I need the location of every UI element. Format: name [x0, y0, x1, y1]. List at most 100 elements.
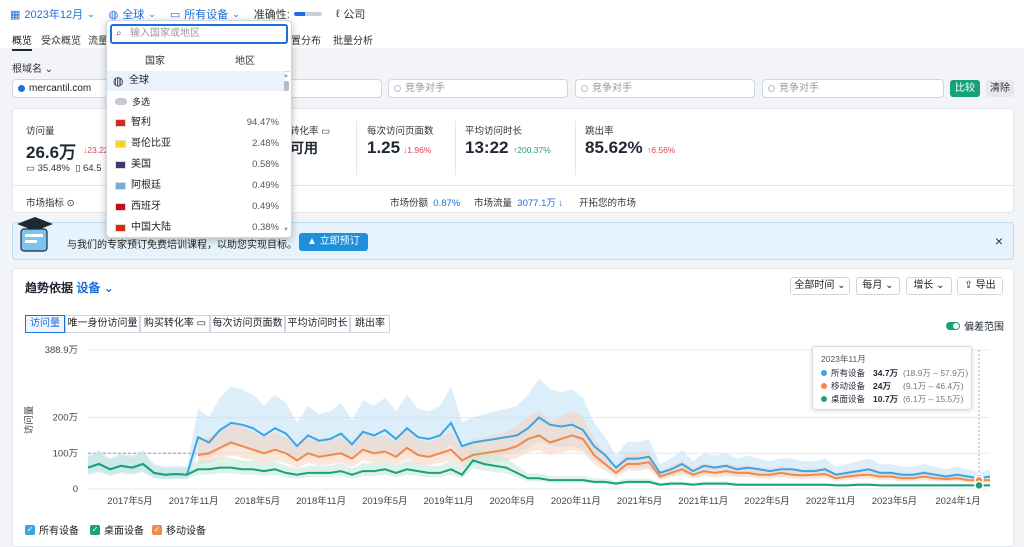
- x-tick-label: 2024年1月: [935, 495, 980, 507]
- competitor-input-1[interactable]: 竞争对手: [388, 79, 568, 98]
- multi-select-label: 多选: [132, 97, 151, 107]
- visits-value: 26.6万: [26, 143, 77, 162]
- legend-item[interactable]: ✓ 移动设备: [152, 522, 206, 537]
- country-share: 2.48%: [252, 138, 279, 149]
- country-option[interactable]: 美国 0.58%: [107, 155, 285, 175]
- export-button[interactable]: ⇪ 导出: [957, 277, 1003, 295]
- competitor-dot: [768, 85, 775, 92]
- tooltip-row: 桌面设备 10.7万 (6.1万 – 15.5万): [821, 393, 963, 405]
- checkbox: ✓: [90, 524, 100, 535]
- region-dropdown: ⌕ 输入国家或地区 国家 地区 ◍ 全球 多选 智利 94.47% 哥伦比亚 2.48…: [106, 20, 292, 238]
- expand-market-link[interactable]: 开拓您的市场: [579, 195, 636, 209]
- tab-region[interactable]: 地区: [200, 52, 290, 72]
- tab-distribution[interactable]: 置分布: [291, 32, 321, 47]
- competitor-input-2[interactable]: 竞争对手: [575, 79, 755, 98]
- segment-bounce-rate[interactable]: 跳出率: [350, 315, 390, 333]
- tooltip-series-name: 所有设备: [831, 368, 866, 378]
- tab-bulk-analysis[interactable]: 批量分析: [333, 32, 373, 47]
- deviation-toggle[interactable]: 偏差范围: [946, 318, 1004, 333]
- x-tick-label: 2021年11月: [678, 495, 728, 507]
- x-tick-label: 2023年5月: [872, 495, 917, 507]
- conversion-label: 转化率 ▭: [290, 126, 331, 137]
- close-icon[interactable]: ×: [995, 233, 1003, 249]
- search-icon: ⌕: [116, 28, 122, 39]
- clear-button[interactable]: 清除: [986, 80, 1014, 97]
- multi-select-toggle[interactable]: 多选: [107, 94, 285, 110]
- x-tick-label: 2021年5月: [617, 495, 662, 507]
- country-option[interactable]: 中国大陆 0.38%: [107, 218, 285, 238]
- tooltip-series-name: 桌面设备: [831, 394, 866, 404]
- pages-value: 1.25: [367, 138, 401, 157]
- tooltip-value: 34.7万: [873, 368, 899, 378]
- date-selector[interactable]: ▦ 2023年12月 ⌄: [10, 6, 95, 22]
- country-name: 美国: [131, 159, 151, 170]
- scroll-down-icon[interactable]: ▼: [283, 227, 289, 233]
- chevron-down-icon: ⌄: [44, 64, 54, 75]
- toggle-switch[interactable]: [115, 98, 127, 105]
- country-option[interactable]: 智利 94.47%: [107, 113, 285, 133]
- competitor-input-3[interactable]: 竞争对手: [762, 79, 944, 98]
- book-now-button[interactable]: ▲ 立即预订: [299, 233, 368, 251]
- legend-item[interactable]: ✓ 桌面设备: [90, 522, 144, 537]
- segment-conversion[interactable]: 购买转化率 ▭: [140, 315, 210, 333]
- tab-country[interactable]: 国家: [110, 52, 200, 73]
- tab-traffic[interactable]: 流量: [88, 32, 108, 47]
- tooltip-value: 10.7万: [873, 394, 899, 404]
- globe-icon: ◍: [108, 8, 119, 21]
- legend-label: 所有设备: [39, 526, 79, 537]
- checkbox: ✓: [152, 524, 162, 535]
- segment-visits[interactable]: 访问量: [25, 315, 65, 333]
- country-option[interactable]: 西班牙 0.49%: [107, 197, 285, 217]
- x-tick-label: 2022年11月: [806, 495, 856, 507]
- tooltip-range: (9.1万 – 46.4万): [903, 381, 964, 391]
- graduation-icon: [15, 215, 55, 257]
- x-tick-label: 2017年5月: [107, 495, 152, 507]
- trend-by-device-selector[interactable]: 设备: [76, 281, 100, 295]
- flag-icon: [115, 224, 126, 232]
- scroll-up-icon[interactable]: ▲: [283, 73, 289, 79]
- device-icon: ▭: [169, 8, 181, 21]
- option-global-label: 全球: [129, 75, 149, 86]
- divider: [575, 121, 576, 175]
- y-axis-label: 访问量: [23, 405, 35, 434]
- x-tick-label: 2019年11月: [424, 495, 474, 507]
- country-share: 0.49%: [252, 180, 279, 191]
- country-name: 中国大陆: [131, 222, 171, 233]
- growth-select[interactable]: 增长 ⌄: [906, 277, 952, 295]
- duration-delta: ↑200.37%: [513, 145, 551, 155]
- tab-audience[interactable]: 受众概览: [41, 32, 81, 47]
- tooltip-range: (6.1万 – 15.5万): [903, 394, 964, 404]
- country-search-input[interactable]: ⌕ 输入国家或地区: [110, 24, 288, 44]
- scrollbar-thumb[interactable]: [284, 81, 289, 91]
- tab-overview[interactable]: 概览: [12, 32, 32, 51]
- calendar-icon: ▦: [10, 8, 21, 21]
- interval-select[interactable]: 每月 ⌄: [856, 277, 900, 295]
- segment-unique-visits[interactable]: 唯一身份访问量: [65, 315, 140, 333]
- search-placeholder: 输入国家或地区: [130, 28, 200, 39]
- x-tick-label: 2020年5月: [489, 495, 534, 507]
- toggle-switch[interactable]: [946, 321, 960, 330]
- flag-icon: [115, 119, 126, 127]
- country-name: 西班牙: [131, 201, 161, 212]
- country-option[interactable]: 阿根廷 0.49%: [107, 176, 285, 196]
- y-tick-label: 0: [73, 484, 78, 495]
- legend-item[interactable]: ✓ 所有设备: [25, 522, 79, 537]
- x-tick-label: 2018年5月: [235, 495, 280, 507]
- segment-avg-duration[interactable]: 平均访问时长: [285, 315, 350, 333]
- option-global[interactable]: ◍ 全球: [107, 71, 285, 91]
- conversion-value: 可用: [290, 140, 318, 156]
- country-share: 0.58%: [252, 159, 279, 170]
- time-range-select[interactable]: 全部时间 ⌄: [790, 277, 850, 295]
- country-name: 阿根廷: [131, 180, 161, 191]
- root-domain-selector[interactable]: 根域名 ⌄: [12, 60, 53, 75]
- device-shares: ▭ 35.48% ▯ 64.5: [26, 163, 102, 174]
- segment-pages-per-visit[interactable]: 每次访问页面数: [210, 315, 285, 333]
- mobile-share: 64.5: [83, 163, 102, 174]
- country-option[interactable]: 哥伦比亚 2.48%: [107, 134, 285, 154]
- compare-button[interactable]: 比较: [950, 80, 980, 97]
- x-tick-label: 2017年11月: [169, 495, 219, 507]
- x-tick-label: 2022年5月: [744, 495, 789, 507]
- bounce-delta: ↑6.56%: [647, 145, 676, 155]
- banner-text: 与我们的专家预订免费培训课程，以助您实现目标。: [67, 240, 297, 251]
- x-tick-label: 2020年11月: [551, 495, 601, 507]
